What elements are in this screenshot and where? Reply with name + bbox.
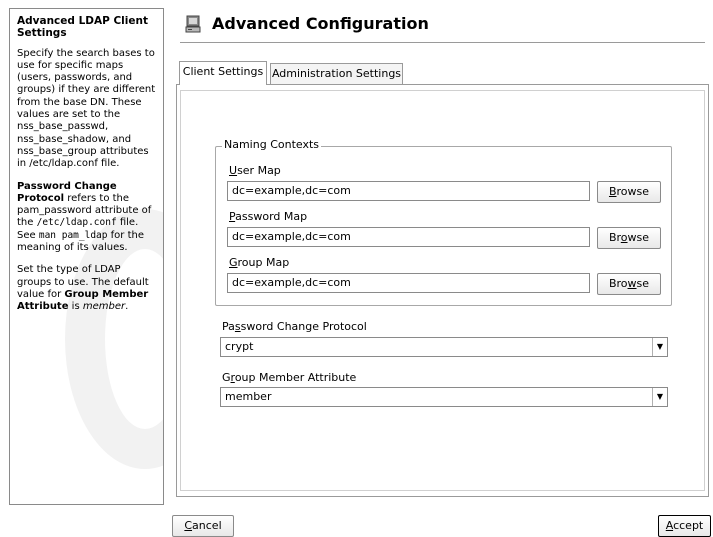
chevron-down-icon[interactable]: ▼ [652,338,667,356]
page-title: Advanced Configuration [212,14,429,33]
select-value: crypt [225,340,254,353]
help-title: Advanced LDAP Client Settings [17,15,148,40]
btn-text: ccept [673,519,704,532]
label-text: roup Map [237,256,290,269]
help-em-member: member [82,301,126,313]
btn-text: ancel [192,519,222,532]
password-protocol-select[interactable]: crypt ▼ [220,337,668,357]
group-map-browse-button[interactable]: Browse [597,273,661,295]
user-map-field[interactable]: dc=example,dc=com [227,181,590,201]
btn-text: wse [627,231,650,244]
label-text: oup Member Attribute [234,371,357,384]
help-text: . [125,301,129,313]
btn-text: rowse [616,185,650,198]
user-map-label: User Map [229,164,281,177]
help-code-man-pam-ldap: man pam_ldap [38,229,108,241]
help-paragraph-3: Set the type of LDAP groups to use. The … [17,264,156,313]
btn-text: Br [608,231,621,244]
group-map-field[interactable]: dc=example,dc=com [227,273,590,293]
btn-text: se [636,277,650,290]
computer-config-icon [185,15,201,33]
help-text: is [68,301,83,313]
help-paragraph-2: Password Change Protocol refers to the p… [17,181,156,255]
mnemonic: G [229,256,238,269]
help-panel: Advanced LDAP Client Settings Specify th… [9,8,164,505]
label-text: Pa [222,320,235,333]
group-member-label: Group Member Attribute [222,371,356,384]
help-code-ldap-conf: /etc/ldap.conf [36,217,117,229]
group-map-label: Group Map [229,256,289,269]
mnemonic: B [608,185,617,198]
btn-text: Bro [608,277,628,290]
label-text: assword Map [235,210,308,223]
mnemonic: U [229,164,238,177]
chevron-down-icon[interactable]: ▼ [652,388,667,406]
tab-administration-settings[interactable]: Administration Settings [270,63,403,84]
mnemonic: o [620,231,628,244]
label-text: G [222,371,231,384]
user-map-browse-button[interactable]: Browse [597,181,661,203]
group-member-select[interactable]: member ▼ [220,387,668,407]
help-paragraph-1: Specify the search bases to use for spec… [17,47,156,170]
label-text: sword Change Protocol [240,320,367,333]
mnemonic: C [184,519,193,532]
password-map-browse-button[interactable]: Browse [597,227,661,249]
select-value: member [225,390,272,403]
dialog-header: Advanced Configuration [180,8,705,43]
password-protocol-label: Password Change Protocol [222,320,367,333]
cancel-button[interactable]: Cancel [172,515,234,537]
mnemonic: A [665,519,674,532]
accept-button[interactable]: Accept [658,515,711,537]
password-map-field[interactable]: dc=example,dc=com [227,227,590,247]
password-map-label: Password Map [229,210,307,223]
naming-contexts-title: Naming Contexts [222,138,322,151]
mnemonic: w [627,277,637,290]
tab-client-settings[interactable]: Client Settings [179,61,267,85]
label-text: ser Map [237,164,281,177]
